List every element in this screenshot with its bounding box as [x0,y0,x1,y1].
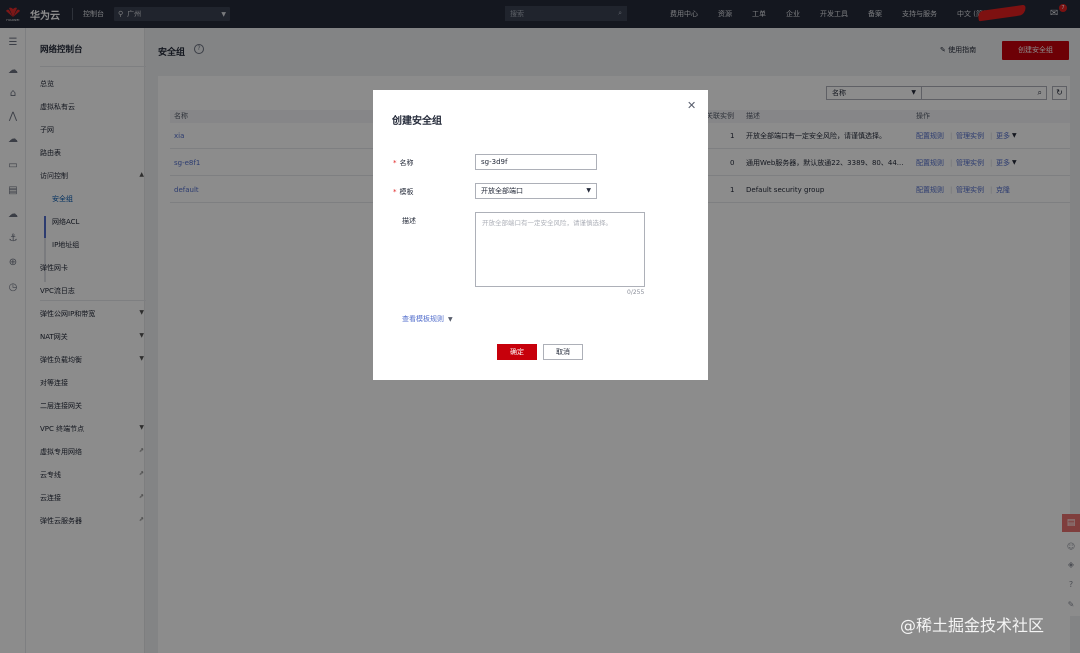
name-label: * 名称 [393,159,414,167]
chevron-down-icon: ▼ [448,316,453,323]
dialog-title: 创建安全组 [392,116,442,127]
name-input[interactable]: sg-3d9f [475,154,597,170]
watermark: @稀土掘金技术社区 [900,616,1045,635]
confirm-button[interactable]: 确定 [497,344,537,360]
cancel-button[interactable]: 取消 [543,344,583,360]
character-count: 0/255 [627,289,645,296]
required-asterisk: * [393,188,397,196]
description-label: 描述 [402,217,416,225]
close-icon[interactable]: ✕ [687,99,696,112]
template-select[interactable]: 开放全部端口 ▼ [475,183,597,199]
template-label: * 模板 [393,188,414,196]
create-security-group-dialog: 创建安全组 ✕ * 名称 sg-3d9f * 模板 开放全部端口 ▼ 描述 开放全部端… [373,90,708,380]
required-asterisk: * [393,159,397,167]
chevron-down-icon: ▼ [586,187,591,194]
view-template-rules-link[interactable]: 查看模板规则 ▼ [402,314,453,324]
description-textarea[interactable]: 开放全部端口有一定安全风险，请谨慎选择。 [475,212,645,287]
